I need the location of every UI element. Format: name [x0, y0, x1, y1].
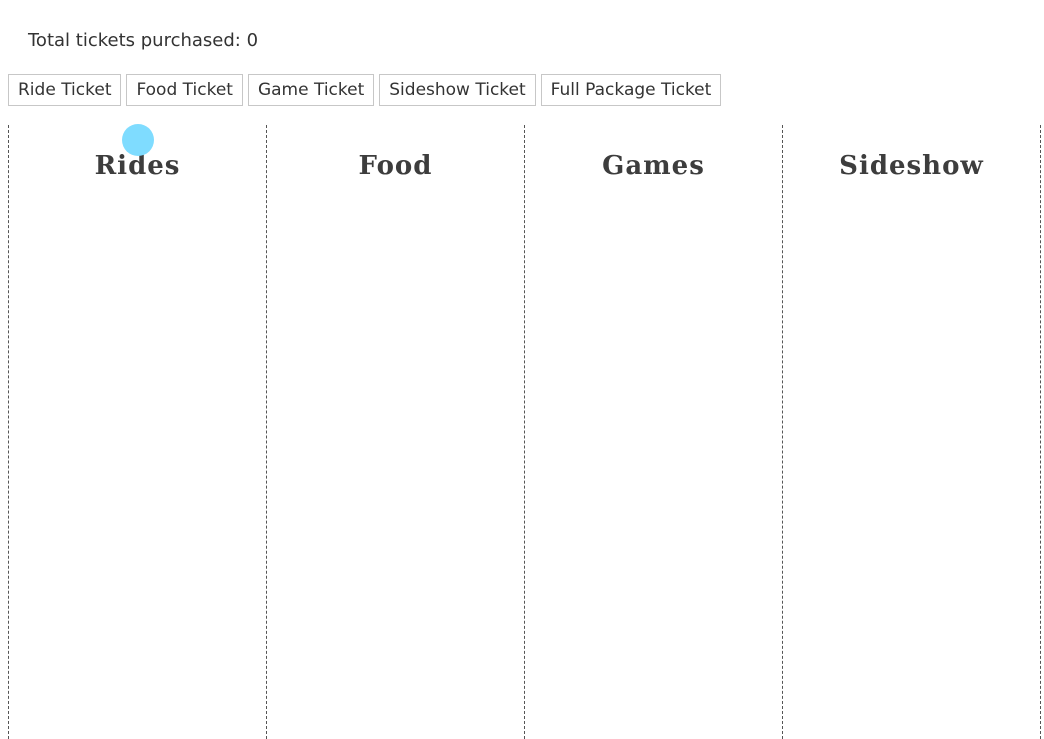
food-column: Food — [267, 125, 525, 739]
game-ticket-button[interactable]: Game Ticket — [247, 74, 375, 106]
food-ticket-button[interactable]: Food Ticket — [126, 74, 243, 106]
sideshow-column-title: Sideshow — [839, 151, 984, 181]
full-package-ticket-button[interactable]: Full Package Ticket — [540, 74, 722, 106]
ticket-columns: Rides Food Games Sideshow — [8, 125, 1041, 739]
games-column: Games — [525, 125, 783, 739]
food-column-title: Food — [358, 151, 433, 181]
total-tickets-text: Total tickets purchased: 0 — [28, 29, 258, 53]
sideshow-ticket-button[interactable]: Sideshow Ticket — [379, 74, 536, 106]
rides-column-title: Rides — [94, 151, 181, 181]
ride-ticket-button[interactable]: Ride Ticket — [8, 74, 122, 106]
ticket-button-row: Ride Ticket Food Ticket Game Ticket Side… — [8, 74, 722, 106]
sideshow-column: Sideshow — [783, 125, 1041, 739]
rides-column: Rides — [9, 125, 267, 739]
total-tickets-label: Total tickets purchased: — [28, 30, 241, 51]
games-column-title: Games — [602, 151, 705, 181]
total-tickets-count: 0 — [246, 30, 259, 51]
